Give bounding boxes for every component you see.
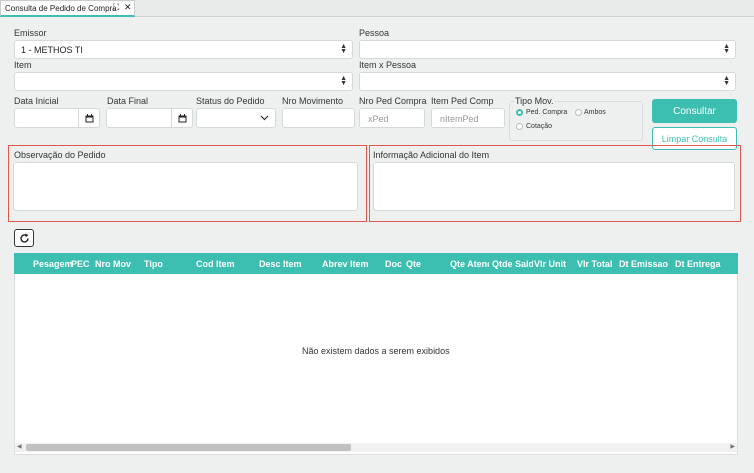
updown-icon: ▲ ▼ — [340, 43, 347, 55]
data-inicial-input[interactable] — [14, 108, 79, 128]
radio-ped-compra[interactable] — [516, 109, 523, 116]
item-label: Item — [14, 60, 32, 70]
updown-icon: ▲ ▼ — [723, 75, 730, 87]
horizontal-scrollbar[interactable]: ◀ ▶ — [15, 443, 737, 452]
scrollbar-thumb[interactable] — [26, 444, 351, 451]
scroll-right-arrow-icon[interactable]: ▶ — [730, 444, 735, 450]
chevron-down-icon — [260, 115, 269, 121]
col-desc-item[interactable]: Desc Item — [259, 259, 302, 269]
updown-icon: ▲ ▼ — [340, 75, 347, 87]
emissor-select[interactable]: 1 - METHOS TI ▲ ▼ — [14, 40, 353, 59]
close-icon[interactable]: ✕ — [124, 3, 132, 12]
col-qtde-saldo[interactable]: Qtde Saldo — [492, 259, 533, 269]
radio-ambos-label: Ambos — [584, 109, 606, 116]
grid-header: Pesagem PEC Nro Mov Tipo Cod Item Desc I… — [14, 253, 738, 274]
radio-cotacao-label: Cotação — [526, 123, 553, 130]
refresh-button[interactable] — [14, 229, 34, 247]
emissor-value: 1 - METHOS TI — [21, 45, 83, 55]
item-pessoa-select[interactable]: ▲ ▼ — [359, 72, 736, 91]
observacao-label: Observação do Pedido — [14, 150, 106, 160]
info-adicional-textarea[interactable] — [373, 162, 735, 211]
status-pedido-select[interactable] — [196, 108, 276, 128]
col-vlr-total[interactable]: Vlr Total — [577, 259, 612, 269]
col-pec[interactable]: PEC — [71, 259, 90, 269]
tipo-mov-fieldset — [509, 101, 643, 141]
col-qte-atend[interactable]: Qte Atend — [450, 259, 489, 269]
status-pedido-label: Status do Pedido — [196, 96, 265, 106]
nro-movimento-label: Nro Movimento — [282, 96, 344, 106]
empty-message: Não existem dados a serem exibidos — [302, 346, 450, 356]
data-final-label: Data Final — [107, 96, 149, 106]
tab-title: Consulta de Pedido de Compra — [5, 4, 117, 13]
emissor-label: Emissor — [14, 28, 47, 38]
col-vlr-unit[interactable]: Vlr Unit — [534, 259, 566, 269]
calendar-icon — [85, 114, 94, 123]
calendar-icon — [178, 114, 187, 123]
item-pessoa-label: Item x Pessoa — [359, 60, 417, 70]
col-pesagem[interactable]: Pesagem — [33, 259, 73, 269]
data-inicial-label: Data Inicial — [14, 96, 59, 106]
col-abrev-item[interactable]: Abrev Item — [322, 259, 369, 269]
col-tipo[interactable]: Tipo — [144, 259, 163, 269]
nro-movimento-input[interactable] — [282, 108, 355, 128]
observacao-textarea[interactable] — [13, 162, 358, 211]
radio-cotacao[interactable] — [516, 123, 523, 130]
col-doc[interactable]: Doc — [385, 259, 402, 269]
item-select[interactable]: ▲ ▼ — [14, 72, 353, 91]
col-dt-entrega[interactable]: Dt Entrega — [675, 259, 721, 269]
info-adicional-label: Informação Adicional do Item — [373, 150, 490, 160]
radio-ped-compra-label: Ped. Compra — [526, 109, 568, 116]
radio-ambos[interactable] — [575, 109, 582, 116]
pessoa-label: Pessoa — [359, 28, 390, 38]
col-nro-mov[interactable]: Nro Mov — [95, 259, 131, 269]
col-cod-item[interactable]: Cod Item — [196, 259, 235, 269]
nro-ped-compra-input[interactable]: xPed — [359, 108, 425, 128]
expand-icon[interactable]: ⛶ — [113, 3, 119, 12]
grid-body: Não existem dados a serem exibidos — [14, 274, 738, 455]
nro-ped-compra-placeholder: xPed — [368, 114, 389, 124]
data-inicial-calendar-button[interactable] — [79, 108, 100, 128]
data-final-calendar-button[interactable] — [172, 108, 193, 128]
data-final-input[interactable] — [106, 108, 172, 128]
tipo-mov-legend: Tipo Mov. — [514, 96, 555, 106]
nro-ped-compra-label: Nro Ped Compra — [359, 96, 427, 106]
col-qte[interactable]: Qte — [406, 259, 421, 269]
scroll-left-arrow-icon[interactable]: ◀ — [17, 444, 22, 450]
refresh-icon — [20, 233, 29, 243]
pessoa-select[interactable]: ▲ ▼ — [359, 40, 736, 59]
updown-icon: ▲ ▼ — [723, 43, 730, 55]
item-ped-comp-input[interactable]: nItemPed — [431, 108, 505, 128]
consultar-button[interactable]: Consultar — [652, 99, 737, 123]
col-dt-emissao[interactable]: Dt Emissao — [619, 259, 669, 269]
item-ped-comp-label: Item Ped Comp — [431, 96, 494, 106]
item-ped-comp-placeholder: nItemPed — [440, 114, 479, 124]
